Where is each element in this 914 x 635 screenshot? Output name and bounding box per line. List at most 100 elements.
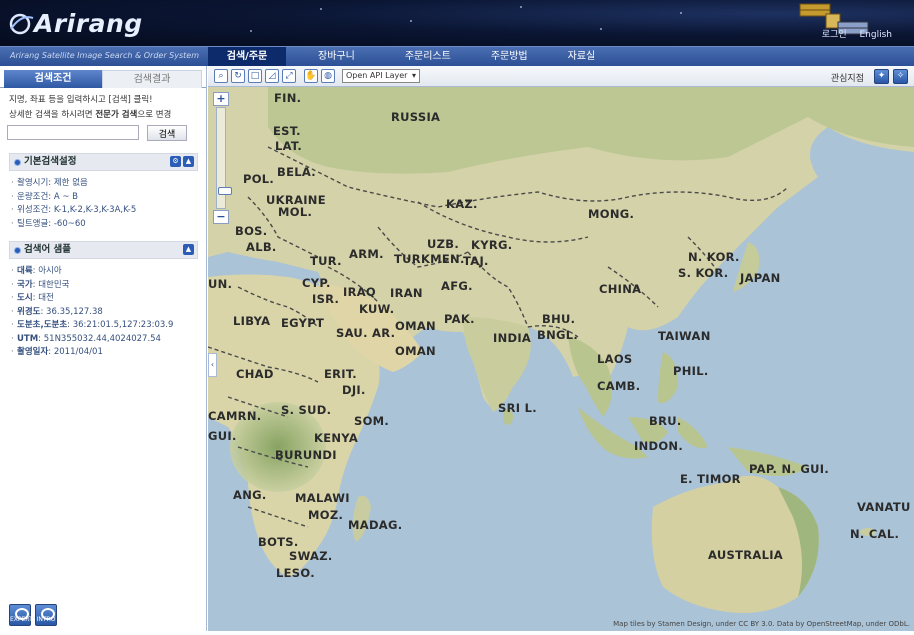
map-label-bela: BELA. <box>277 165 316 179</box>
map-label-burundi: BURUNDI <box>275 448 337 462</box>
map-label-afg: AFG. <box>441 279 473 293</box>
globe-icon[interactable]: ◍ <box>321 69 335 83</box>
search-button[interactable]: 검색 <box>147 125 187 141</box>
map-label-arm: ARM. <box>349 247 384 261</box>
map-label-leso: LESO. <box>276 566 315 580</box>
map-label-bru: BRU. <box>649 414 682 428</box>
map-label-tur: TUR. <box>310 254 342 268</box>
fullscreen-icon[interactable]: ⤢ <box>282 69 296 83</box>
top-links: 로그인 English <box>812 27 892 40</box>
expert-search-icon[interactable]: EXPERT <box>9 604 33 626</box>
map-label-mol: MOL. <box>278 205 313 219</box>
example-key: 촬영일자 <box>17 347 49 357</box>
map-label-bots: BOTS. <box>258 535 299 549</box>
bottom-icons: EXPERT INTRO <box>9 604 57 626</box>
map-label-som: SOM. <box>354 414 390 428</box>
nav-cart[interactable]: 장바구니 <box>298 47 375 67</box>
map-label-egypt: EGYPT <box>281 316 325 330</box>
map-label-japan: JAPAN <box>740 271 781 285</box>
example-key: 대륙 <box>17 266 33 276</box>
nav-how-to-order[interactable]: 주문방법 <box>471 47 548 67</box>
map-label-saudi: SAU. AR. <box>336 326 396 340</box>
map-label-bos: BOS. <box>235 224 268 238</box>
zoom-out-button[interactable]: − <box>213 210 229 224</box>
map-label-oman1: OMAN <box>395 319 436 333</box>
expert-search-link[interactable]: 전문가 검색 <box>95 110 137 120</box>
login-link[interactable]: 로그인 <box>822 30 847 40</box>
map-label-etimor: E. TIMOR <box>680 472 741 486</box>
add-bookmark-icon[interactable]: ✦ <box>874 69 889 84</box>
search-examples-header: 검색어 샘플 ▲ <box>9 241 198 259</box>
example-value: 36.35,127.38 <box>46 306 103 317</box>
collapse-up-icon[interactable]: ▲ <box>183 156 194 167</box>
nav-order-list[interactable]: 주문리스트 <box>385 47 471 67</box>
list-item[interactable]: UTM: 51N355032.44,4024027.54 <box>11 333 206 347</box>
map-label-kuw: KUW. <box>359 302 395 316</box>
list-item[interactable]: 대륙: 아시아 <box>11 265 206 279</box>
header: Arirang 로그인 English <box>0 0 914 46</box>
refresh-icon[interactable]: ↻ <box>231 69 245 83</box>
map-label-nkor: N. KOR. <box>688 250 740 264</box>
tab-search-results[interactable]: 검색결과 <box>102 70 202 88</box>
map-label-iraq: IRAQ <box>343 285 377 299</box>
zoom-slider-track[interactable] <box>216 107 232 209</box>
layer-select[interactable]: Open API Layer <box>342 69 420 83</box>
map-label-phil: PHIL. <box>673 364 709 378</box>
map-label-ssud: S. SUD. <box>281 403 332 417</box>
rectangle-select-icon[interactable]: □ <box>248 69 262 83</box>
example-value: 36:21:01.5,127:23:03.9 <box>72 320 174 330</box>
map-label-gui: GUI. <box>208 429 237 443</box>
nav-resources[interactable]: 자료실 <box>548 47 616 67</box>
intro-line-2-pre: 상세한 검색을 하시려면 <box>9 110 96 120</box>
list-item: 촬영시기: 제한 없음 <box>11 177 206 191</box>
map-label-bngl: BNGL. <box>537 328 579 342</box>
list-item[interactable]: 도시: 대전 <box>11 292 206 306</box>
map-label-kyrg: KYRG. <box>471 238 513 252</box>
zoom-slider-handle[interactable] <box>218 187 232 195</box>
map-attribution: Map tiles by Stamen Design, under CC BY … <box>613 620 910 628</box>
map-label-australia: AUSTRALIA <box>708 548 783 562</box>
map-label-oman2: OMAN <box>395 344 436 358</box>
search-icon[interactable]: ⌕ <box>214 69 228 83</box>
example-value: 2011/04/01 <box>53 347 103 357</box>
basic-settings-header: 기본검색설정 ⚙ ▲ <box>9 153 198 171</box>
panel-tabs: 검색조건 검색결과 <box>0 66 206 88</box>
tab-search-conditions[interactable]: 검색조건 <box>4 70 102 88</box>
example-key: 위경도 <box>17 306 41 317</box>
english-link[interactable]: English <box>860 30 893 40</box>
example-value: 대한민국 <box>38 279 70 290</box>
list-item[interactable]: 도분초,도분초: 36:21:01.5,127:23:03.9 <box>11 319 206 333</box>
map-label-mong: MONG. <box>588 207 635 221</box>
map-label-camrn: CAMRN. <box>208 409 262 423</box>
example-key: 도분초,도분초 <box>17 320 68 330</box>
intro-icon[interactable]: INTRO <box>35 604 57 626</box>
map-label-fin: FIN. <box>274 91 302 105</box>
collapse-panel-handle[interactable]: ‹ <box>208 353 217 377</box>
list-item[interactable]: 위경도: 36.35,127.38 <box>11 306 206 320</box>
map-label-iran: IRAN <box>390 286 423 300</box>
map-label-malawi: MALAWI <box>295 491 350 505</box>
map-label-kenya: KENYA <box>314 431 359 445</box>
map-view[interactable]: FIN. RUSSIA EST. LAT. POL. BELA. UKRAINE… <box>208 87 914 631</box>
zoom-in-button[interactable]: + <box>213 92 229 106</box>
bullet-icon <box>14 247 21 254</box>
list-item[interactable]: 촬영일자: 2011/04/01 <box>11 346 206 360</box>
search-input[interactable] <box>7 125 139 140</box>
search-row: 검색 <box>0 123 206 143</box>
logo[interactable]: Arirang <box>34 9 143 38</box>
map-label-erit: ERIT. <box>324 367 357 381</box>
list-item[interactable]: 국가: 대한민국 <box>11 279 206 293</box>
manage-bookmark-icon[interactable]: ✧ <box>893 69 908 84</box>
map-label-laos: LAOS <box>597 352 633 366</box>
map-label-turkmen: TURKMEN. <box>394 252 465 266</box>
pan-hand-icon[interactable]: ✋ <box>304 69 318 83</box>
polygon-select-icon[interactable]: ◿ <box>265 69 279 83</box>
example-key: 도시 <box>17 293 33 303</box>
example-value: 대전 <box>38 293 54 303</box>
nav-search-order[interactable]: 검색/주문 <box>208 47 286 67</box>
map-label-lat: LAT. <box>275 139 303 153</box>
site-subtitle: Arirang Satellite Image Search & Order S… <box>10 51 200 60</box>
settings-gear-icon[interactable]: ⚙ <box>170 156 181 167</box>
collapse-up-icon[interactable]: ▲ <box>183 244 194 255</box>
map-label-taiwan: TAIWAN <box>658 329 711 343</box>
